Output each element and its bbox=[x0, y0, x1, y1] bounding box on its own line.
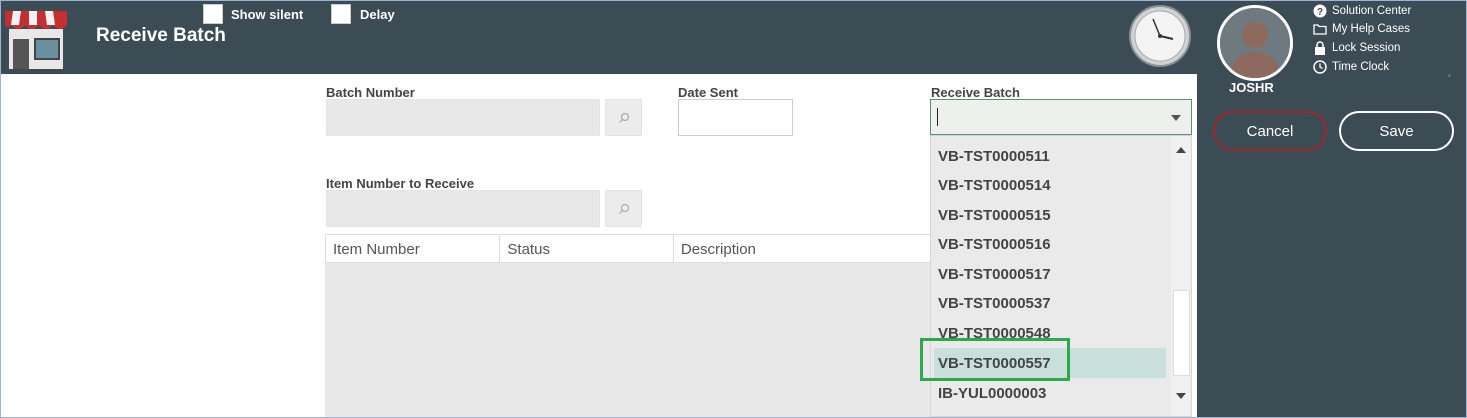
folder-icon bbox=[1313, 24, 1327, 35]
text-caret bbox=[937, 108, 938, 126]
scrollbar-thumb[interactable] bbox=[1173, 290, 1190, 376]
dropdown-item[interactable]: VB-TST0000516 bbox=[938, 236, 1051, 253]
dropdown-item[interactable]: VB-TST0000537 bbox=[938, 295, 1051, 312]
person-silhouette-icon bbox=[1220, 8, 1290, 78]
solution-center-link[interactable]: ? Solution Center bbox=[1313, 4, 1411, 18]
batch-number-label: Batch Number bbox=[326, 85, 415, 100]
cancel-button[interactable]: Cancel bbox=[1213, 111, 1327, 151]
dropdown-scrollbar[interactable] bbox=[1171, 136, 1191, 416]
chevron-down-icon[interactable] bbox=[1171, 115, 1181, 121]
grid-header: Item Number Status Description bbox=[325, 234, 931, 263]
lock-session-link[interactable]: Lock Session bbox=[1313, 41, 1400, 55]
dropdown-item[interactable]: VB-TST0000515 bbox=[938, 207, 1051, 224]
solution-center-label: Solution Center bbox=[1332, 5, 1412, 17]
lock-session-label: Lock Session bbox=[1332, 42, 1401, 54]
date-sent-input[interactable] bbox=[678, 99, 793, 136]
column-header-status[interactable]: Status bbox=[500, 235, 674, 262]
item-search-button[interactable] bbox=[605, 190, 642, 227]
receive-batch-combobox[interactable] bbox=[930, 99, 1192, 135]
save-button[interactable]: Save bbox=[1339, 111, 1454, 151]
status-indicator: ▪ bbox=[1448, 71, 1451, 80]
page-title: Receive Batch bbox=[96, 25, 226, 46]
my-help-cases-link[interactable]: My Help Cases bbox=[1313, 23, 1410, 35]
show-silent-label: Show silent bbox=[231, 7, 304, 22]
column-header-description[interactable]: Description bbox=[674, 235, 930, 262]
dropdown-item[interactable]: IB-YUL0000003 bbox=[938, 385, 1046, 402]
question-circle-icon: ? bbox=[1313, 4, 1327, 18]
search-icon bbox=[618, 203, 629, 214]
wall-clock-icon bbox=[1129, 5, 1191, 67]
scroll-up-icon[interactable] bbox=[1176, 147, 1186, 153]
delay-label: Delay bbox=[360, 7, 395, 22]
annotation-highlight-box bbox=[920, 338, 1070, 381]
receive-batch-label: Receive Batch bbox=[931, 85, 1020, 100]
user-avatar[interactable] bbox=[1217, 5, 1293, 81]
date-sent-label: Date Sent bbox=[678, 85, 738, 100]
batch-number-input[interactable] bbox=[326, 99, 600, 136]
show-silent-checkbox[interactable] bbox=[203, 4, 223, 24]
store-icon bbox=[5, 11, 67, 69]
my-help-cases-label: My Help Cases bbox=[1332, 23, 1410, 35]
dropdown-item[interactable]: VB-TST0000511 bbox=[938, 148, 1050, 165]
items-grid: Item Number Status Description bbox=[325, 234, 931, 417]
user-name: JOSHR bbox=[1229, 80, 1274, 95]
time-clock-link[interactable]: Time Clock bbox=[1313, 60, 1389, 74]
search-icon bbox=[618, 112, 629, 123]
time-clock-label: Time Clock bbox=[1332, 61, 1390, 73]
lock-icon bbox=[1315, 41, 1325, 55]
column-header-item-number[interactable]: Item Number bbox=[326, 235, 501, 262]
dropdown-item[interactable]: VB-TST0000517 bbox=[938, 266, 1051, 283]
app-window: Receive Batch Show silent Delay JOSHR ? … bbox=[0, 0, 1467, 418]
svg-text:?: ? bbox=[1317, 7, 1323, 18]
right-panel: JOSHR ? Solution Center My Help Cases Lo… bbox=[1197, 1, 1466, 417]
scroll-down-icon[interactable] bbox=[1176, 393, 1186, 399]
delay-checkbox[interactable] bbox=[331, 4, 351, 24]
dropdown-item[interactable]: VB-TST0000514 bbox=[938, 177, 1051, 194]
item-number-input[interactable] bbox=[326, 190, 600, 227]
clock-icon bbox=[1313, 60, 1327, 74]
item-number-label: Item Number to Receive bbox=[326, 176, 475, 191]
batch-search-button[interactable] bbox=[605, 99, 642, 136]
top-bar: Receive Batch Show silent Delay bbox=[1, 1, 1197, 74]
